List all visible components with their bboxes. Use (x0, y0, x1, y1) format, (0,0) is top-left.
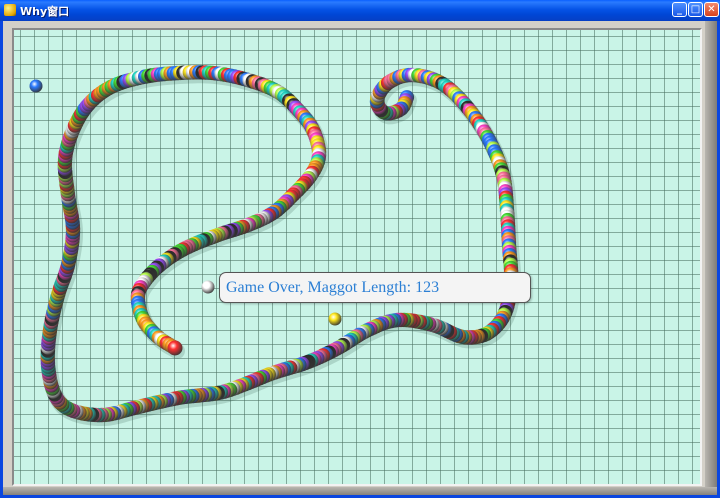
title-bar[interactable]: Why窗口 _ □ ✕ (0, 0, 720, 21)
food-pellet (29, 79, 43, 93)
frame-bevel-bottom (3, 487, 717, 495)
maggot-head (167, 340, 183, 356)
close-icon: ✕ (707, 4, 716, 15)
maximize-icon: □ (690, 4, 701, 15)
food-pellet (328, 312, 342, 326)
game-over-message: Game Over, Maggot Length: 123 (219, 272, 531, 303)
game-field[interactable]: Game Over, Maggot Length: 123 (12, 28, 702, 486)
maggot-body (40, 65, 519, 423)
close-button[interactable]: ✕ (704, 2, 719, 17)
window-frame: Game Over, Maggot Length: 123 (3, 21, 717, 495)
window-title: Why窗口 (20, 5, 70, 18)
app-window: Why窗口 _ □ ✕ Game Over, Maggot Length: 12… (0, 0, 720, 498)
game-canvas (29, 65, 522, 427)
frame-bevel-right (705, 21, 717, 495)
minimize-button[interactable]: _ (672, 2, 687, 17)
app-icon (4, 4, 16, 16)
minimize-icon: _ (677, 4, 682, 15)
maximize-button[interactable]: □ (688, 2, 703, 17)
food-pellet (201, 280, 215, 294)
